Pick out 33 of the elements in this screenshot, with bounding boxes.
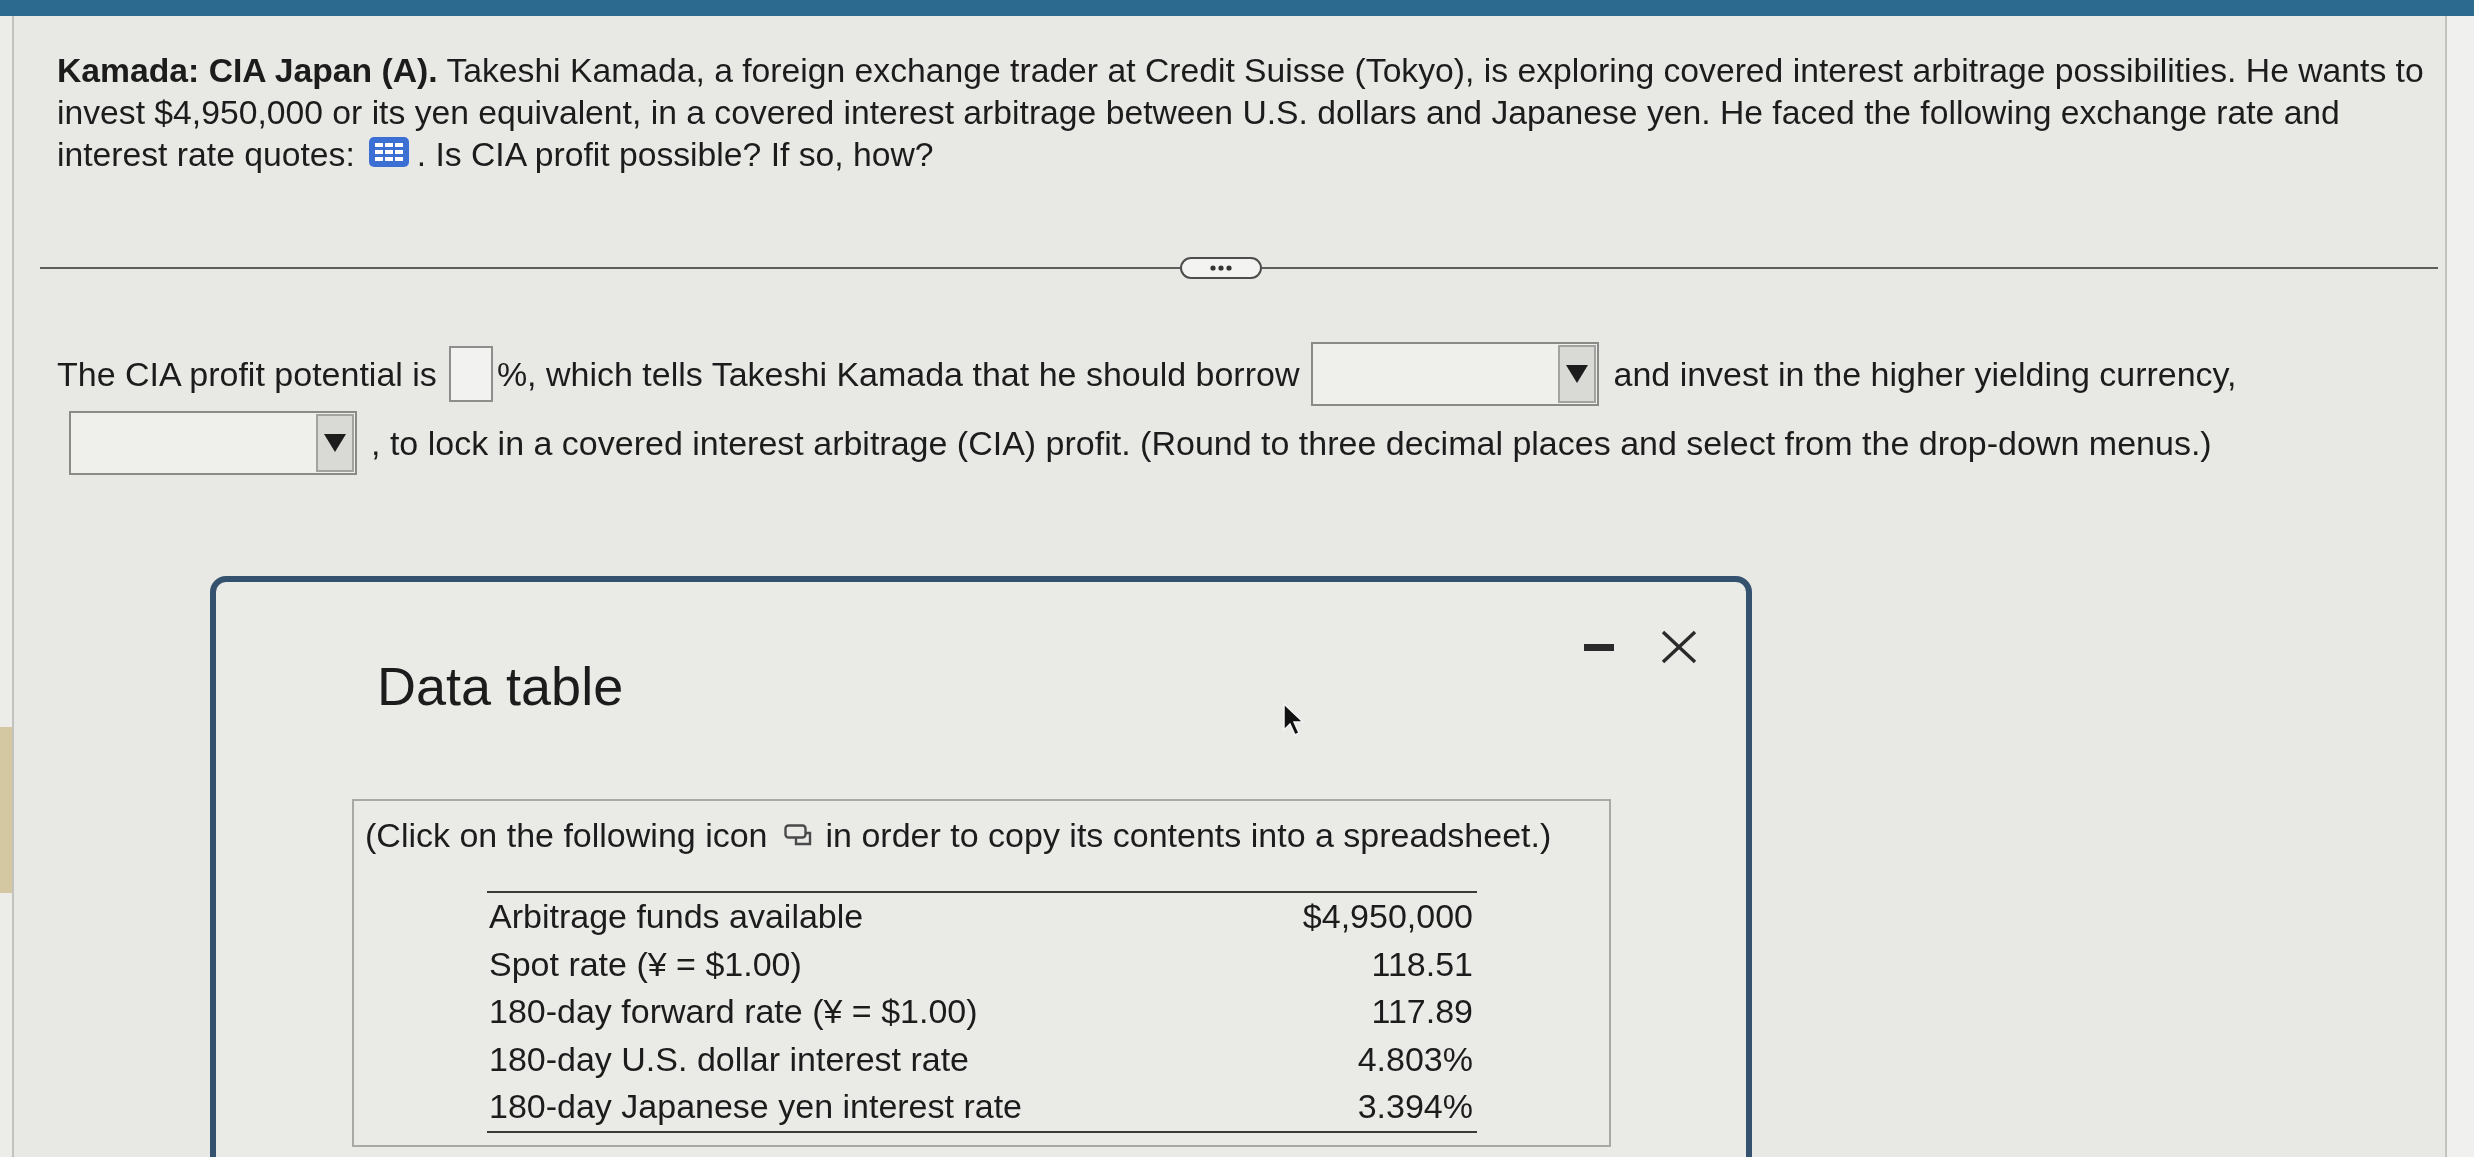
table-cell-text: 118.51	[1371, 943, 1473, 985]
close-button[interactable]	[1661, 630, 1697, 665]
close-icon	[1661, 630, 1697, 665]
table-cell-text: Spot rate (¥ = $1.00)	[489, 943, 802, 985]
table-cell-text: 3.394%	[1357, 1086, 1473, 1128]
cursor-icon	[1282, 702, 1306, 739]
copy-icon[interactable]	[783, 824, 812, 847]
table-cell-text: 180-day U.S. dollar interest rate	[489, 1038, 970, 1080]
table-cell-text: $4,950,000	[1302, 896, 1473, 938]
dropdown-field[interactable]	[1311, 342, 1600, 406]
ellipsis-icon	[1210, 265, 1232, 271]
answer-text: %, which tells Takeshi Kamada that he should borrow	[496, 355, 1300, 393]
dropdown-caret-icon[interactable]	[1558, 345, 1597, 403]
table-icon[interactable]	[368, 137, 409, 167]
table-cell-text: 117.89	[1371, 991, 1473, 1033]
question-text: interest rate quotes:	[57, 134, 355, 175]
table-cell-text: 180-day Japanese yen interest rate	[489, 1086, 1022, 1128]
dialog-title: Data table	[377, 655, 624, 719]
instruction-text: (Click on the following icon	[365, 815, 768, 856]
dropdown-caret-icon[interactable]	[316, 414, 354, 473]
table-cell-text: Arbitrage funds available	[489, 896, 864, 938]
dropdown-field[interactable]	[69, 411, 357, 476]
question-text: . Is CIA profit possible? If so, how?	[416, 134, 934, 175]
minimize-icon	[1584, 643, 1614, 651]
answer-text: and invest in the higher yielding currency,	[1613, 355, 2237, 393]
instruction-text: in order to copy its contents into a spreadsheet.)	[825, 815, 1552, 856]
minimize-button[interactable]	[1584, 643, 1614, 651]
answer-input[interactable]	[448, 346, 493, 402]
answer-text: , to lock in a covered interest arbitrage (CIA) profit. (Round to three decimal places and select from the drop-down menus.)	[371, 424, 2212, 462]
table-cell-text: 180-day forward rate (¥ = $1.00)	[489, 991, 978, 1033]
table-cell-text: 4.803%	[1357, 1038, 1473, 1080]
answer-text: The CIA profit potential is	[57, 355, 437, 393]
expand-button[interactable]	[1180, 257, 1262, 279]
